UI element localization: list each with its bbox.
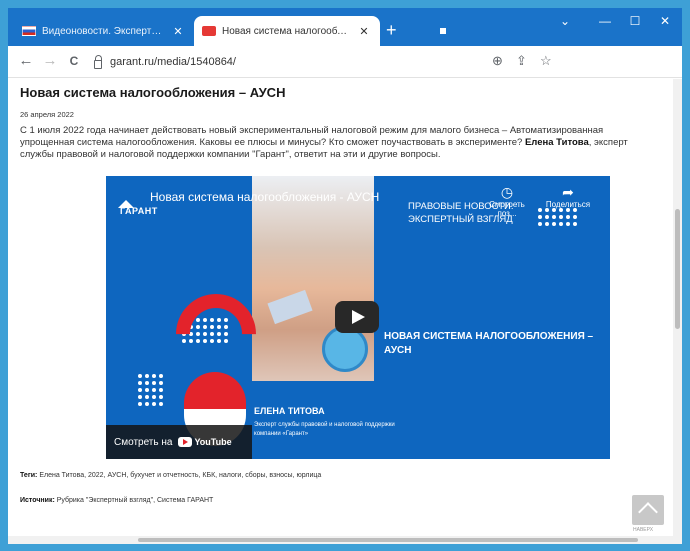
share-icon[interactable]: ⇪	[516, 53, 527, 69]
youtube-wordmark: YouTube	[194, 437, 232, 447]
tab-new-tax-system[interactable]: Новая система налогообложе ✕	[194, 16, 380, 46]
source-label: Источник:	[20, 497, 55, 504]
minimize-button[interactable]: —	[588, 14, 622, 28]
url-text[interactable]: garant.ru/media/1540864/	[110, 56, 236, 68]
tab-strip: Видеоновости. Экспертный взгл ✕ Новая си…	[8, 8, 682, 46]
bookmark-star-icon[interactable]: ☆	[540, 53, 552, 69]
garant-icon	[202, 26, 216, 36]
close-window-button[interactable]: ✕	[648, 14, 682, 28]
recording-indicator-icon	[440, 28, 446, 34]
article-source: Источник: Рубрика "Экспертный взгляд", С…	[20, 497, 213, 504]
youtube-play-icon	[178, 437, 193, 447]
article-date: 26 апреля 2022	[20, 110, 74, 119]
watch-later-label: Смотреть поз...	[489, 200, 525, 218]
scroll-to-top-button[interactable]	[632, 495, 664, 525]
flag-icon	[22, 26, 36, 36]
video-heading: НОВАЯ СИСТЕМА НАЛОГООБЛОЖЕНИЯ – АУСН	[384, 331, 594, 356]
zoom-icon[interactable]: ⊕	[492, 53, 503, 69]
intro-text: С 1 июля 2022 года начинает действовать …	[20, 125, 604, 148]
share-video-button[interactable]: ➦ Поделиться	[540, 184, 596, 209]
maximize-button[interactable]: ☐	[618, 14, 652, 28]
reload-button[interactable]: C	[64, 52, 84, 70]
youtube-logo: YouTube	[178, 437, 232, 447]
video-title[interactable]: Новая система налогообложения - АУСН	[150, 190, 379, 204]
watch-on-youtube-button[interactable]: Смотреть на YouTube	[106, 425, 252, 459]
horizontal-scrollbar[interactable]	[8, 536, 673, 544]
youtube-video-player[interactable]: ГАРАНТ Новая система налогообложения - А…	[106, 176, 610, 459]
article-intro: С 1 июля 2022 года начинает действовать …	[20, 125, 660, 161]
close-icon[interactable]: ✕	[356, 25, 372, 38]
share-arrow-icon: ➦	[562, 184, 574, 200]
scrollbar-thumb[interactable]	[675, 209, 680, 329]
page-title: Новая система налогообложения – АУСН	[20, 85, 286, 100]
tab-video-news[interactable]: Видеоновости. Экспертный взгл ✕	[14, 16, 194, 46]
browser-window: Видеоновости. Экспертный взгл ✕ Новая си…	[8, 8, 682, 544]
tab-title: Видеоновости. Экспертный взгл	[42, 25, 166, 37]
speaker-name: ЕЛЕНА ТИТОВА	[254, 406, 325, 416]
new-tab-button[interactable]: +	[386, 21, 397, 39]
clock-icon: ◷	[500, 184, 514, 200]
vertical-scrollbar[interactable]	[673, 79, 682, 544]
scroll-to-top-label: НАВЕРХ	[633, 527, 654, 533]
forward-button[interactable]: →	[40, 52, 60, 70]
garant-logo-text: ГАРАНТ	[120, 206, 158, 216]
decorative-dots	[538, 208, 577, 226]
expert-name: Елена Титова	[524, 137, 589, 148]
tags-label: Теги:	[20, 472, 38, 479]
watch-later-button[interactable]: ◷ Смотреть поз...	[482, 184, 532, 218]
speaker-role: Эксперт службы правовой и налоговой подд…	[254, 422, 395, 437]
lock-icon	[94, 54, 102, 69]
video-thumbnail-photo	[252, 176, 374, 381]
tab-title: Новая система налогообложе	[222, 25, 352, 37]
source-text: Рубрика "Экспертный взгляд", Система ГАР…	[56, 497, 214, 504]
decorative-dots	[138, 374, 163, 406]
bank-card-image	[267, 289, 313, 325]
play-button[interactable]	[335, 301, 379, 333]
close-icon[interactable]: ✕	[170, 25, 186, 38]
page-content: Новая система налогообложения – АУСН 26 …	[8, 79, 682, 544]
tab-search-chevron-icon[interactable]: ⌄	[548, 14, 582, 28]
watch-on-label: Смотреть на	[114, 436, 173, 448]
article-tags: Теги: Елена Титова, 2022, АУСН, бухучет …	[20, 472, 321, 479]
browser-toolbar: ← → C garant.ru/media/1540864/ ⊕ ⇪ ☆	[8, 46, 682, 78]
scrollbar-thumb[interactable]	[138, 538, 638, 542]
address-bar[interactable]: garant.ru/media/1540864/	[94, 51, 546, 73]
back-button[interactable]: ←	[16, 52, 36, 70]
tags-list[interactable]: Елена Титова, 2022, АУСН, бухучет и отче…	[39, 472, 321, 479]
